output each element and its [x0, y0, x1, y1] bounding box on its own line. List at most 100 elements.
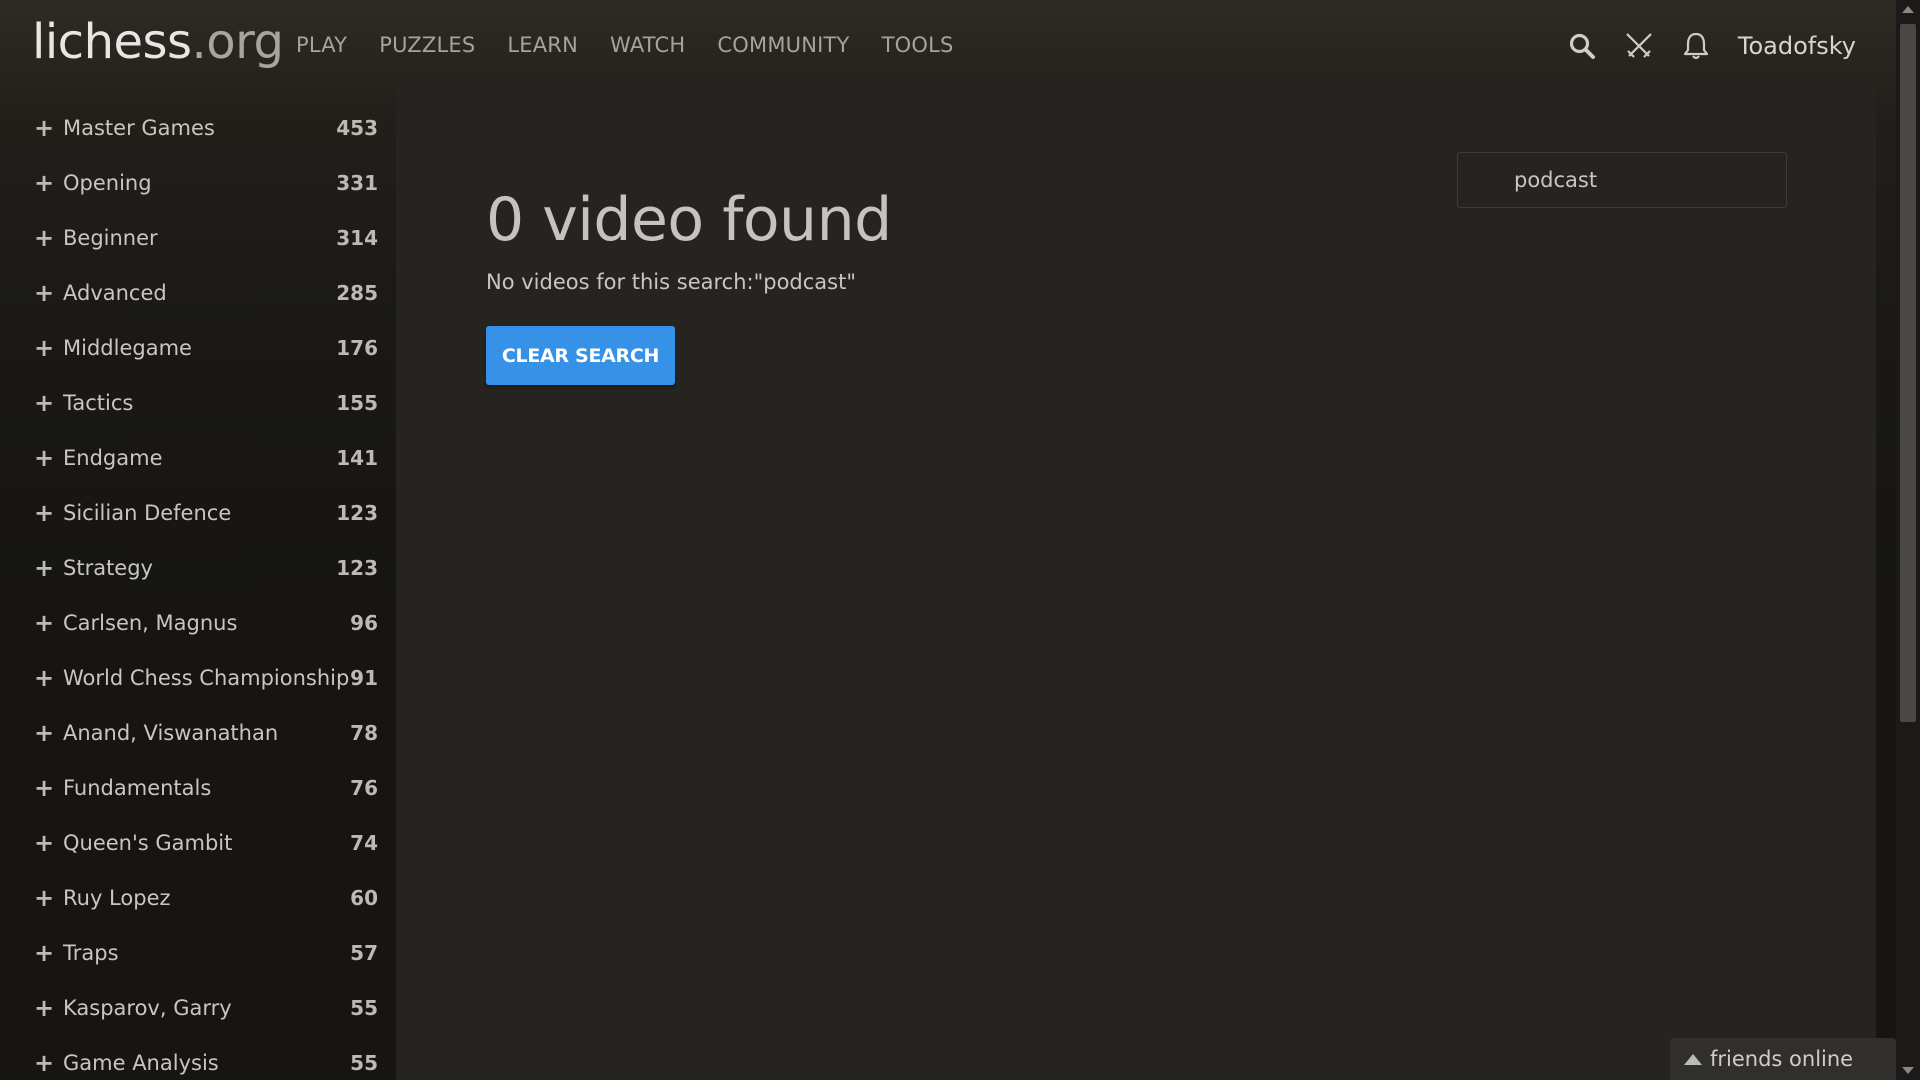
tag-carlsen-magnus[interactable]: + Carlsen, Magnus 96 [0, 595, 396, 650]
plus-icon: + [34, 663, 55, 692]
plus-icon: + [34, 498, 55, 527]
tag-sidebar: + Master Games 453 + Opening 331 + Beginner 31… [0, 100, 396, 1080]
tag-count: 453 [336, 115, 378, 140]
tag-label: Kasparov, Garry [63, 995, 232, 1020]
tag-label: Fundamentals [63, 775, 212, 800]
page: lichess.org PLAY PUZZLES LEARN WATCH COM… [0, 0, 1920, 1080]
tag-tactics[interactable]: + Tactics 155 [0, 375, 396, 430]
tag-count: 96 [350, 610, 378, 635]
plus-icon: + [34, 993, 55, 1022]
tag-count: 123 [336, 500, 378, 525]
plus-icon: + [34, 938, 55, 967]
caret-up-icon [1684, 1053, 1702, 1065]
main-menu: PLAY PUZZLES LEARN WATCH COMMUNITY TOOLS [296, 30, 986, 60]
tag-count: 74 [350, 830, 378, 855]
nav-puzzles[interactable]: PUZZLES [379, 30, 475, 60]
tag-label: Strategy [63, 555, 153, 580]
tag-label: Master Games [63, 115, 215, 140]
tag-count: 141 [336, 445, 378, 470]
page-scrollbar[interactable] [1896, 0, 1920, 1080]
clear-search-button[interactable]: CLEAR SEARCH [486, 326, 675, 385]
nav-learn[interactable]: LEARN [507, 30, 578, 60]
tag-game-analysis[interactable]: + Game Analysis 55 [0, 1035, 396, 1080]
tag-master-games[interactable]: + Master Games 453 [0, 100, 396, 155]
logo-tld: .org [191, 14, 284, 70]
tag-beginner[interactable]: + Beginner 314 [0, 210, 396, 265]
bell-icon[interactable] [1680, 30, 1712, 62]
plus-icon: + [34, 278, 55, 307]
plus-icon: + [34, 333, 55, 362]
plus-icon: + [34, 773, 55, 802]
scroll-down-arrow-icon[interactable] [1902, 1067, 1914, 1074]
tag-count: 176 [336, 335, 378, 360]
top-right-controls: Toadofsky [1541, 26, 1856, 66]
no-results-message: No videos for this search:"podcast" [486, 270, 857, 294]
tag-count: 331 [336, 170, 378, 195]
plus-icon: + [34, 113, 55, 142]
tag-count: 60 [350, 885, 378, 910]
user-menu[interactable]: Toadofsky [1738, 32, 1856, 60]
plus-icon: + [34, 443, 55, 472]
tag-count: 123 [336, 555, 378, 580]
tag-count: 78 [350, 720, 378, 745]
plus-icon: + [34, 388, 55, 417]
friends-online-label: friends online [1710, 1047, 1854, 1071]
nav-tools[interactable]: TOOLS [882, 30, 954, 60]
tag-label: World Chess Championship [63, 665, 350, 690]
plus-icon: + [34, 553, 55, 582]
tag-count: 57 [350, 940, 378, 965]
tag-label: Game Analysis [63, 1050, 219, 1075]
tag-endgame[interactable]: + Endgame 141 [0, 430, 396, 485]
tag-label: Advanced [63, 280, 167, 305]
nav-play[interactable]: PLAY [296, 30, 347, 60]
swords-icon[interactable] [1623, 30, 1655, 62]
plus-icon: + [34, 223, 55, 252]
tag-label: Ruy Lopez [63, 885, 171, 910]
tag-label: Tactics [63, 390, 134, 415]
tag-label: Carlsen, Magnus [63, 610, 238, 635]
tag-anand-viswanathan[interactable]: + Anand, Viswanathan 78 [0, 705, 396, 760]
top-navigation: lichess.org PLAY PUZZLES LEARN WATCH COM… [0, 0, 1896, 90]
video-search-input[interactable] [1457, 152, 1787, 208]
friends-online-toggle[interactable]: friends online [1670, 1038, 1896, 1080]
tag-label: Queen's Gambit [63, 830, 233, 855]
tag-fundamentals[interactable]: + Fundamentals 76 [0, 760, 396, 815]
tag-traps[interactable]: + Traps 57 [0, 925, 396, 980]
tag-strategy[interactable]: + Strategy 123 [0, 540, 396, 595]
plus-icon: + [34, 883, 55, 912]
site-logo[interactable]: lichess.org [32, 12, 284, 72]
tag-queens-gambit[interactable]: + Queen's Gambit 74 [0, 815, 396, 870]
plus-icon: + [34, 168, 55, 197]
tag-opening[interactable]: + Opening 331 [0, 155, 396, 210]
tag-label: Endgame [63, 445, 163, 470]
logo-main: lichess [32, 14, 192, 70]
tag-count: 91 [350, 665, 378, 690]
tag-count: 76 [350, 775, 378, 800]
tag-ruy-lopez[interactable]: + Ruy Lopez 60 [0, 870, 396, 925]
nav-community[interactable]: COMMUNITY [717, 30, 849, 60]
tag-label: Anand, Viswanathan [63, 720, 279, 745]
plus-icon: + [34, 718, 55, 747]
page-title: 0 video found [486, 185, 892, 256]
tag-label: Opening [63, 170, 152, 195]
tag-middlegame[interactable]: + Middlegame 176 [0, 320, 396, 375]
scrollbar-thumb[interactable] [1900, 24, 1916, 722]
plus-icon: + [34, 828, 55, 857]
tag-label: Traps [63, 940, 119, 965]
tag-label: Middlegame [63, 335, 192, 360]
tag-count: 314 [336, 225, 378, 250]
plus-icon: + [34, 1048, 55, 1077]
tag-kasparov-garry[interactable]: + Kasparov, Garry 55 [0, 980, 396, 1035]
tag-count: 55 [350, 995, 378, 1020]
tag-sicilian-defence[interactable]: + Sicilian Defence 123 [0, 485, 396, 540]
tag-advanced[interactable]: + Advanced 285 [0, 265, 396, 320]
video-results-panel: 0 video found No videos for this search:… [396, 90, 1876, 1080]
search-icon[interactable] [1566, 30, 1598, 62]
plus-icon: + [34, 608, 55, 637]
tag-count: 155 [336, 390, 378, 415]
tag-world-chess-championship[interactable]: + World Chess Championship 91 [0, 650, 396, 705]
nav-watch[interactable]: WATCH [610, 30, 685, 60]
scroll-up-arrow-icon[interactable] [1902, 6, 1914, 13]
tag-label: Beginner [63, 225, 158, 250]
tag-label: Sicilian Defence [63, 500, 232, 525]
